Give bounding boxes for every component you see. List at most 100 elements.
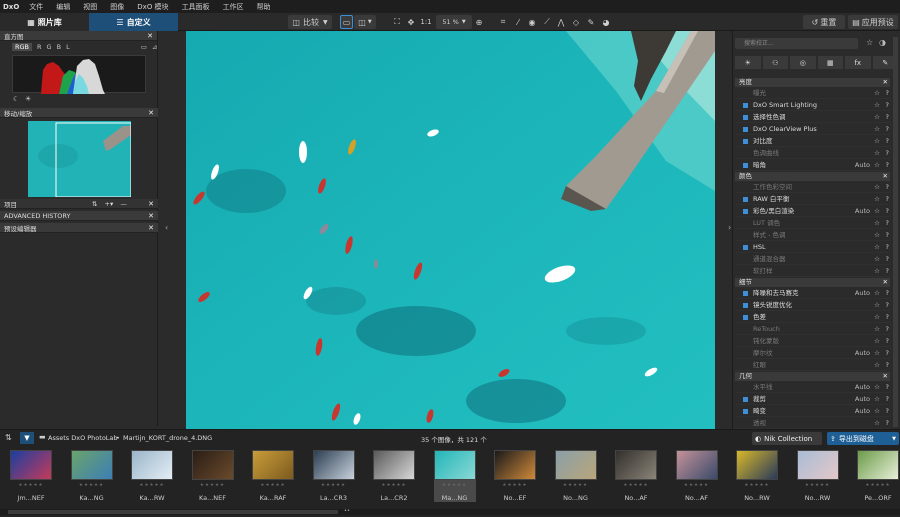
help-icon[interactable]: ?: [886, 360, 889, 371]
correction-row[interactable]: HSL ☆?: [735, 242, 890, 253]
toggle-icon[interactable]: ◑: [879, 38, 886, 47]
filmstrip-thumbnail[interactable]: ★★★★★ Pe...ORF: [857, 450, 899, 502]
menu-tool-panels[interactable]: 工具面板: [182, 2, 210, 12]
rating-stars[interactable]: ★★★★★: [736, 483, 778, 488]
correction-row[interactable]: 软打样 ☆?: [735, 266, 890, 277]
filmstrip-thumbnail[interactable]: ★★★★★ Jm...NEF: [10, 450, 52, 502]
filter-button[interactable]: ▼: [20, 432, 34, 444]
star-icon[interactable]: ☆: [874, 230, 880, 241]
rating-stars[interactable]: ★★★★★: [10, 483, 52, 488]
split-view-button[interactable]: ◫ ▼: [354, 15, 376, 29]
rating-stars[interactable]: ★★★★★: [615, 483, 657, 488]
filmstrip-thumbnail[interactable]: ★★★★★ No...RW: [736, 450, 778, 502]
correction-row[interactable]: ReTouch ☆?: [735, 324, 890, 335]
filmstrip-thumbnail[interactable]: ★★★★★ Ka...NG: [70, 450, 113, 502]
rating-stars[interactable]: ★★★★★: [131, 483, 173, 488]
help-icon[interactable]: ?: [886, 406, 889, 417]
horizon-button[interactable]: ⟋: [541, 15, 553, 29]
star-icon[interactable]: ☆: [874, 194, 880, 205]
help-icon[interactable]: ?: [886, 312, 889, 323]
tab-g[interactable]: G: [47, 43, 52, 51]
navigator-preview[interactable]: [28, 121, 132, 198]
collapse-left-panel-icon[interactable]: ‹: [165, 223, 168, 232]
correction-row[interactable]: 色调曲线 ☆?: [735, 148, 890, 159]
correction-row[interactable]: RAW 白平衡 ☆?: [735, 194, 890, 205]
help-icon[interactable]: ?: [886, 100, 889, 111]
correction-row[interactable]: 透视 ☆?: [735, 418, 890, 429]
move-button[interactable]: ✥: [405, 15, 417, 29]
rating-stars[interactable]: ★★★★★: [494, 483, 536, 488]
help-icon[interactable]: ?: [886, 136, 889, 147]
favorite-star-icon[interactable]: ☆: [866, 38, 873, 47]
tab-customize[interactable]: ☰ 自定义: [89, 13, 178, 31]
correction-row[interactable]: 摩尔纹 Auto ☆?: [735, 348, 890, 359]
correction-row[interactable]: 暗角 Auto ☆?: [735, 160, 890, 171]
filmstrip-thumbnail[interactable]: ★★★★★ Ka...NEF: [191, 450, 234, 502]
help-icon[interactable]: ?: [886, 88, 889, 99]
close-icon[interactable]: ✕: [148, 224, 154, 232]
filmstrip-thumbnail[interactable]: ★★★★★ No...EF: [494, 450, 536, 502]
close-icon[interactable]: ✕: [883, 78, 888, 87]
menu-dxo-modules[interactable]: DxO 模块: [137, 2, 168, 12]
help-icon[interactable]: ?: [886, 148, 889, 159]
rating-stars[interactable]: ★★★★★: [555, 483, 597, 488]
help-icon[interactable]: ?: [886, 124, 889, 135]
star-icon[interactable]: ☆: [874, 112, 880, 123]
eye-preview-button[interactable]: ◕: [600, 15, 612, 29]
close-icon[interactable]: ✕: [883, 278, 888, 287]
rating-stars[interactable]: ★★★★★: [71, 483, 113, 488]
menu-view[interactable]: 视图: [83, 2, 97, 12]
close-icon[interactable]: ✕: [147, 32, 153, 40]
filmstrip-thumbnail[interactable]: ★★★★★ No...RW: [796, 450, 839, 502]
star-icon[interactable]: ☆: [874, 288, 880, 299]
star-icon[interactable]: ☆: [874, 266, 880, 277]
folder-name[interactable]: Assets DxO PhotoLab: [48, 434, 118, 442]
correction-row[interactable]: 通道混合器 ☆?: [735, 254, 890, 265]
filmstrip-thumbnail[interactable]: ★★★★★ No...AF: [675, 450, 718, 502]
filmstrip-thumbnail[interactable]: ★★★★★ La...CR3: [312, 450, 355, 502]
menu-file[interactable]: 文件: [29, 2, 43, 12]
collapse-right-panel-icon[interactable]: ›: [728, 223, 731, 232]
close-icon[interactable]: ✕: [883, 372, 888, 381]
help-icon[interactable]: ?: [886, 382, 889, 393]
help-icon[interactable]: ?: [886, 112, 889, 123]
correction-row[interactable]: 钝化蒙版 ☆?: [735, 336, 890, 347]
filmstrip-scroll-thumb[interactable]: [8, 510, 338, 514]
help-icon[interactable]: ?: [886, 194, 889, 205]
menu-help[interactable]: 帮助: [257, 2, 271, 12]
rating-stars[interactable]: ★★★★★: [252, 483, 294, 488]
help-icon[interactable]: ?: [886, 336, 889, 347]
star-icon[interactable]: ☆: [874, 182, 880, 193]
section-header[interactable]: 颜色 ✕: [735, 172, 890, 181]
filmstrip-thumbnail[interactable]: ★★★★★ Ka...RW: [131, 450, 173, 502]
help-icon[interactable]: ?: [886, 206, 889, 217]
tab-r[interactable]: R: [37, 43, 42, 51]
star-icon[interactable]: ☆: [874, 312, 880, 323]
apply-preset-button[interactable]: ▤ 应用预设: [848, 15, 898, 29]
correction-row[interactable]: 水平线 Auto ☆?: [735, 382, 890, 393]
filmstrip-thumbnail[interactable]: ★★★★★ No...AF: [615, 450, 657, 502]
help-icon[interactable]: ?: [886, 254, 889, 265]
filmstrip-thumbnail[interactable]: ★★★★★ La...CR2: [373, 450, 415, 502]
chevron-down-icon[interactable]: ▼: [892, 436, 896, 442]
help-icon[interactable]: ?: [886, 288, 889, 299]
star-icon[interactable]: ☆: [874, 348, 880, 359]
correction-row[interactable]: 裁剪 Auto ☆?: [735, 394, 890, 405]
star-icon[interactable]: ☆: [874, 254, 880, 265]
rating-stars[interactable]: ★★★★★: [857, 483, 899, 488]
star-icon[interactable]: ☆: [874, 300, 880, 311]
sort-icon[interactable]: ⇅: [5, 433, 12, 442]
correction-row[interactable]: 彩色/黑白渲染 Auto ☆?: [735, 206, 890, 217]
tab-l[interactable]: L: [66, 43, 70, 51]
star-icon[interactable]: ☆: [874, 394, 880, 405]
correction-row[interactable]: DxO ClearView Plus ☆?: [735, 124, 890, 135]
star-icon[interactable]: ☆: [874, 406, 880, 417]
export-button[interactable]: ⇪ 导出到磁盘 ▼: [827, 432, 899, 445]
fit-screen-button[interactable]: ⛶: [391, 15, 403, 29]
menu-edit[interactable]: 编辑: [56, 2, 70, 12]
help-icon[interactable]: ?: [886, 160, 889, 171]
image-viewer[interactable]: [186, 31, 715, 429]
help-icon[interactable]: ?: [886, 300, 889, 311]
filmstrip-thumbnail[interactable]: ★★★★★ Ka...RAF: [252, 450, 294, 502]
help-icon[interactable]: ?: [886, 218, 889, 229]
